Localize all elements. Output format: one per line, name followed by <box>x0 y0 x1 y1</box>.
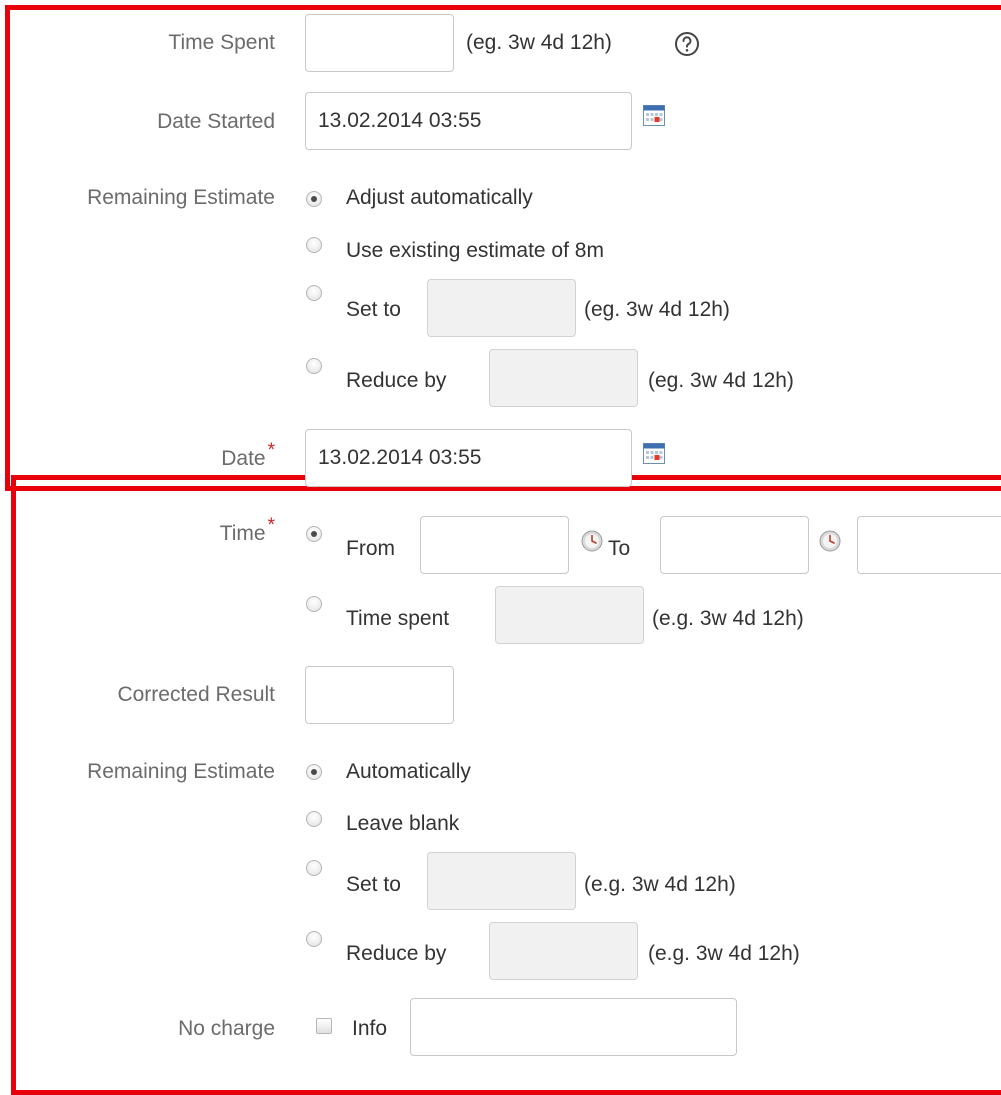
use-existing-estimate-radio[interactable] <box>306 237 322 253</box>
time-from-to-radio[interactable] <box>306 526 322 542</box>
date-started-input[interactable] <box>305 92 632 150</box>
date-label: Date * <box>221 440 275 470</box>
from-time-input[interactable] <box>420 516 569 574</box>
adjust-automatically-label: Adjust automatically <box>346 186 533 209</box>
time-spent-input[interactable] <box>305 14 454 72</box>
date-started-label: Date Started <box>157 110 275 133</box>
time-spent-hint: (eg. 3w 4d 12h) <box>466 31 612 54</box>
set-to-label: Set to <box>346 873 401 896</box>
duration-input[interactable] <box>857 516 1001 574</box>
reduce-by-input[interactable] <box>489 349 638 407</box>
leave-blank-label: Leave blank <box>346 812 460 835</box>
corrected-result-input[interactable] <box>305 666 454 724</box>
calendar-icon[interactable] <box>642 103 666 127</box>
use-existing-estimate-label: Use existing estimate of 8m <box>346 239 604 262</box>
time-spent-option-label: Time spent <box>346 607 450 630</box>
required-marker: * <box>267 515 275 536</box>
set-to-hint: (eg. 3w 4d 12h) <box>584 298 730 321</box>
time-spent-option-input[interactable] <box>495 586 644 644</box>
no-charge-checkbox[interactable] <box>316 1018 332 1034</box>
to-time-input[interactable] <box>660 516 809 574</box>
time-label: Time * <box>219 515 275 545</box>
date-input[interactable] <box>305 429 632 487</box>
set-to-input[interactable] <box>427 852 576 910</box>
remaining-estimate-label: Remaining Estimate <box>87 186 275 209</box>
from-label: From <box>346 537 395 560</box>
time-spent-label: Time Spent <box>168 31 275 54</box>
corrected-result-label: Corrected Result <box>117 683 275 706</box>
reduce-by-label: Reduce by <box>346 369 447 392</box>
reduce-by-radio[interactable] <box>306 931 322 947</box>
info-input[interactable] <box>410 998 737 1056</box>
automatically-label: Automatically <box>346 760 471 783</box>
clock-icon[interactable] <box>818 529 842 553</box>
time-spent-radio[interactable] <box>306 596 322 612</box>
remaining-estimate-label: Remaining Estimate <box>87 760 275 783</box>
set-to-radio[interactable] <box>306 285 322 301</box>
info-label: Info <box>352 1017 388 1040</box>
reduce-by-input[interactable] <box>489 922 638 980</box>
reduce-by-label: Reduce by <box>346 942 447 965</box>
help-icon[interactable] <box>674 31 700 57</box>
set-to-input[interactable] <box>427 279 576 337</box>
clock-icon[interactable] <box>580 529 604 553</box>
leave-blank-radio[interactable] <box>306 811 322 827</box>
reduce-by-hint: (e.g. 3w 4d 12h) <box>648 942 800 965</box>
time-spent-option-hint: (e.g. 3w 4d 12h) <box>652 607 804 630</box>
set-to-radio[interactable] <box>306 860 322 876</box>
set-to-label: Set to <box>346 298 401 321</box>
set-to-hint: (e.g. 3w 4d 12h) <box>584 873 736 896</box>
automatically-radio[interactable] <box>306 764 322 780</box>
reduce-by-hint: (eg. 3w 4d 12h) <box>648 369 794 392</box>
calendar-icon[interactable] <box>642 441 666 465</box>
to-label: To <box>608 537 631 560</box>
reduce-by-radio[interactable] <box>306 358 322 374</box>
required-marker: * <box>267 440 275 461</box>
adjust-automatically-radio[interactable] <box>306 191 322 207</box>
no-charge-label: No charge <box>178 1017 275 1040</box>
